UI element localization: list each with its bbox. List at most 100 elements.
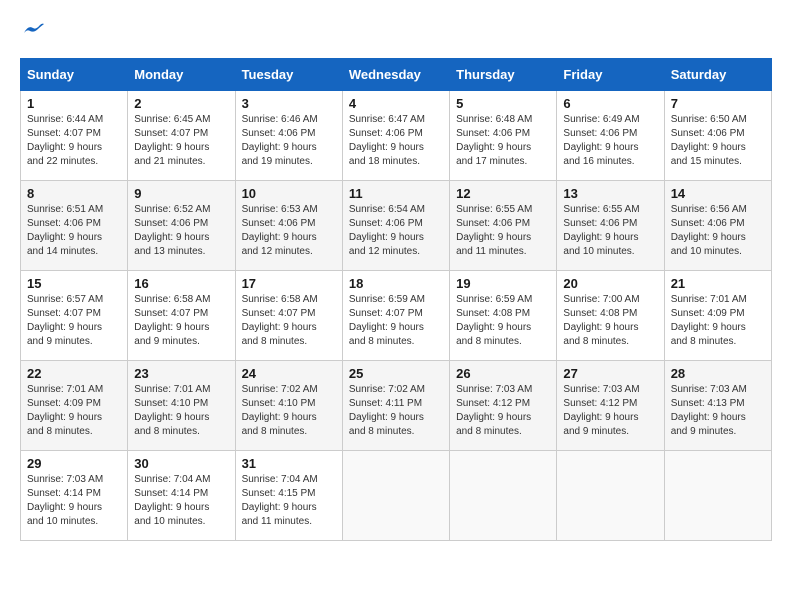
day-info: Sunrise: 6:50 AM Sunset: 4:06 PM Dayligh… [671, 113, 765, 169]
calendar-week-row: 1 Sunrise: 6:44 AM Sunset: 4:07 PM Daylig… [21, 91, 772, 181]
table-row: 23 Sunrise: 7:01 AM Sunset: 4:10 PM Dayli… [128, 361, 235, 451]
day-number: 15 [27, 276, 121, 291]
day-info: Sunrise: 7:03 AM Sunset: 4:12 PM Dayligh… [456, 383, 550, 439]
table-row: 21 Sunrise: 7:01 AM Sunset: 4:09 PM Dayli… [664, 271, 771, 361]
day-number: 1 [27, 96, 121, 111]
day-number: 30 [134, 456, 228, 471]
day-info: Sunrise: 6:48 AM Sunset: 4:06 PM Dayligh… [456, 113, 550, 169]
col-thursday: Thursday [450, 59, 557, 91]
day-info: Sunrise: 6:52 AM Sunset: 4:06 PM Dayligh… [134, 203, 228, 259]
table-row: 22 Sunrise: 7:01 AM Sunset: 4:09 PM Dayli… [21, 361, 128, 451]
day-number: 14 [671, 186, 765, 201]
table-row: 29 Sunrise: 7:03 AM Sunset: 4:14 PM Dayli… [21, 451, 128, 541]
table-row: 13Sunrise: 6:55 AM Sunset: 4:06 PM Dayli… [557, 181, 664, 271]
table-row: 16 Sunrise: 6:58 AM Sunset: 4:07 PM Dayli… [128, 271, 235, 361]
table-row: 9 Sunrise: 6:52 AM Sunset: 4:06 PM Daylig… [128, 181, 235, 271]
day-number: 27 [563, 366, 657, 381]
day-number: 10 [242, 186, 336, 201]
table-row: 14Sunrise: 6:56 AM Sunset: 4:06 PM Dayli… [664, 181, 771, 271]
day-info: Sunrise: 7:01 AM Sunset: 4:10 PM Dayligh… [134, 383, 228, 439]
day-info: Sunrise: 6:58 AM Sunset: 4:07 PM Dayligh… [242, 293, 336, 349]
day-info: Sunrise: 7:01 AM Sunset: 4:09 PM Dayligh… [671, 293, 765, 349]
table-row [450, 451, 557, 541]
day-number: 28 [671, 366, 765, 381]
logo-name [20, 20, 44, 42]
table-row: 5 Sunrise: 6:48 AM Sunset: 4:06 PM Daylig… [450, 91, 557, 181]
day-info: Sunrise: 7:01 AM Sunset: 4:09 PM Dayligh… [27, 383, 121, 439]
table-row: 1 Sunrise: 6:44 AM Sunset: 4:07 PM Daylig… [21, 91, 128, 181]
day-info: Sunrise: 6:44 AM Sunset: 4:07 PM Dayligh… [27, 113, 121, 169]
day-number: 3 [242, 96, 336, 111]
day-info: Sunrise: 6:57 AM Sunset: 4:07 PM Dayligh… [27, 293, 121, 349]
table-row: 30Sunrise: 7:04 AM Sunset: 4:14 PM Dayli… [128, 451, 235, 541]
table-row: 12 Sunrise: 6:55 AM Sunset: 4:06 PM Dayli… [450, 181, 557, 271]
col-wednesday: Wednesday [342, 59, 449, 91]
table-row: 25 Sunrise: 7:02 AM Sunset: 4:11 PM Dayli… [342, 361, 449, 451]
logo [20, 20, 44, 42]
day-number: 9 [134, 186, 228, 201]
table-row: 20 Sunrise: 7:00 AM Sunset: 4:08 PM Dayli… [557, 271, 664, 361]
calendar-week-row: 29 Sunrise: 7:03 AM Sunset: 4:14 PM Dayli… [21, 451, 772, 541]
day-info: Sunrise: 6:55 AM Sunset: 4:06 PM Dayligh… [563, 203, 657, 259]
day-number: 22 [27, 366, 121, 381]
day-number: 21 [671, 276, 765, 291]
calendar-header-row: Sunday Monday Tuesday Wednesday Thursday… [21, 59, 772, 91]
day-number: 6 [563, 96, 657, 111]
table-row: 7 Sunrise: 6:50 AM Sunset: 4:06 PM Daylig… [664, 91, 771, 181]
logo-top [20, 20, 44, 42]
table-row: 15 Sunrise: 6:57 AM Sunset: 4:07 PM Dayli… [21, 271, 128, 361]
table-row: 31Sunrise: 7:04 AM Sunset: 4:15 PM Dayli… [235, 451, 342, 541]
col-saturday: Saturday [664, 59, 771, 91]
table-row: 26 Sunrise: 7:03 AM Sunset: 4:12 PM Dayli… [450, 361, 557, 451]
col-friday: Friday [557, 59, 664, 91]
day-number: 19 [456, 276, 550, 291]
calendar-week-row: 22 Sunrise: 7:01 AM Sunset: 4:09 PM Dayli… [21, 361, 772, 451]
day-number: 29 [27, 456, 121, 471]
logo-bird-inline [22, 20, 44, 42]
day-info: Sunrise: 6:59 AM Sunset: 4:08 PM Dayligh… [456, 293, 550, 349]
col-monday: Monday [128, 59, 235, 91]
day-info: Sunrise: 6:54 AM Sunset: 4:06 PM Dayligh… [349, 203, 443, 259]
day-number: 7 [671, 96, 765, 111]
table-row: 27Sunrise: 7:03 AM Sunset: 4:12 PM Dayli… [557, 361, 664, 451]
col-tuesday: Tuesday [235, 59, 342, 91]
day-info: Sunrise: 7:03 AM Sunset: 4:14 PM Dayligh… [27, 473, 121, 529]
day-number: 26 [456, 366, 550, 381]
table-row: 3Sunrise: 6:46 AM Sunset: 4:06 PM Daylig… [235, 91, 342, 181]
day-number: 12 [456, 186, 550, 201]
day-number: 5 [456, 96, 550, 111]
table-row [557, 451, 664, 541]
table-row: 10 Sunrise: 6:53 AM Sunset: 4:06 PM Dayli… [235, 181, 342, 271]
day-number: 11 [349, 186, 443, 201]
table-row: 8Sunrise: 6:51 AM Sunset: 4:06 PM Daylig… [21, 181, 128, 271]
day-info: Sunrise: 6:53 AM Sunset: 4:06 PM Dayligh… [242, 203, 336, 259]
day-number: 20 [563, 276, 657, 291]
day-info: Sunrise: 7:04 AM Sunset: 4:15 PM Dayligh… [242, 473, 336, 529]
table-row: 4 Sunrise: 6:47 AM Sunset: 4:06 PM Daylig… [342, 91, 449, 181]
table-row: 2Sunrise: 6:45 AM Sunset: 4:07 PM Daylig… [128, 91, 235, 181]
table-row: 17 Sunrise: 6:58 AM Sunset: 4:07 PM Dayli… [235, 271, 342, 361]
day-info: Sunrise: 7:02 AM Sunset: 4:11 PM Dayligh… [349, 383, 443, 439]
day-number: 23 [134, 366, 228, 381]
day-info: Sunrise: 6:59 AM Sunset: 4:07 PM Dayligh… [349, 293, 443, 349]
day-info: Sunrise: 6:45 AM Sunset: 4:07 PM Dayligh… [134, 113, 228, 169]
day-number: 18 [349, 276, 443, 291]
page-header [20, 20, 772, 42]
day-number: 25 [349, 366, 443, 381]
day-info: Sunrise: 7:02 AM Sunset: 4:10 PM Dayligh… [242, 383, 336, 439]
day-info: Sunrise: 7:03 AM Sunset: 4:13 PM Dayligh… [671, 383, 765, 439]
calendar-week-row: 8Sunrise: 6:51 AM Sunset: 4:06 PM Daylig… [21, 181, 772, 271]
day-info: Sunrise: 6:47 AM Sunset: 4:06 PM Dayligh… [349, 113, 443, 169]
day-number: 24 [242, 366, 336, 381]
day-info: Sunrise: 6:58 AM Sunset: 4:07 PM Dayligh… [134, 293, 228, 349]
day-info: Sunrise: 6:49 AM Sunset: 4:06 PM Dayligh… [563, 113, 657, 169]
day-number: 16 [134, 276, 228, 291]
day-info: Sunrise: 7:00 AM Sunset: 4:08 PM Dayligh… [563, 293, 657, 349]
day-number: 4 [349, 96, 443, 111]
table-row [664, 451, 771, 541]
day-number: 17 [242, 276, 336, 291]
table-row: 19 Sunrise: 6:59 AM Sunset: 4:08 PM Dayli… [450, 271, 557, 361]
table-row: 11 Sunrise: 6:54 AM Sunset: 4:06 PM Dayli… [342, 181, 449, 271]
calendar-table: Sunday Monday Tuesday Wednesday Thursday… [20, 58, 772, 541]
day-info: Sunrise: 6:55 AM Sunset: 4:06 PM Dayligh… [456, 203, 550, 259]
